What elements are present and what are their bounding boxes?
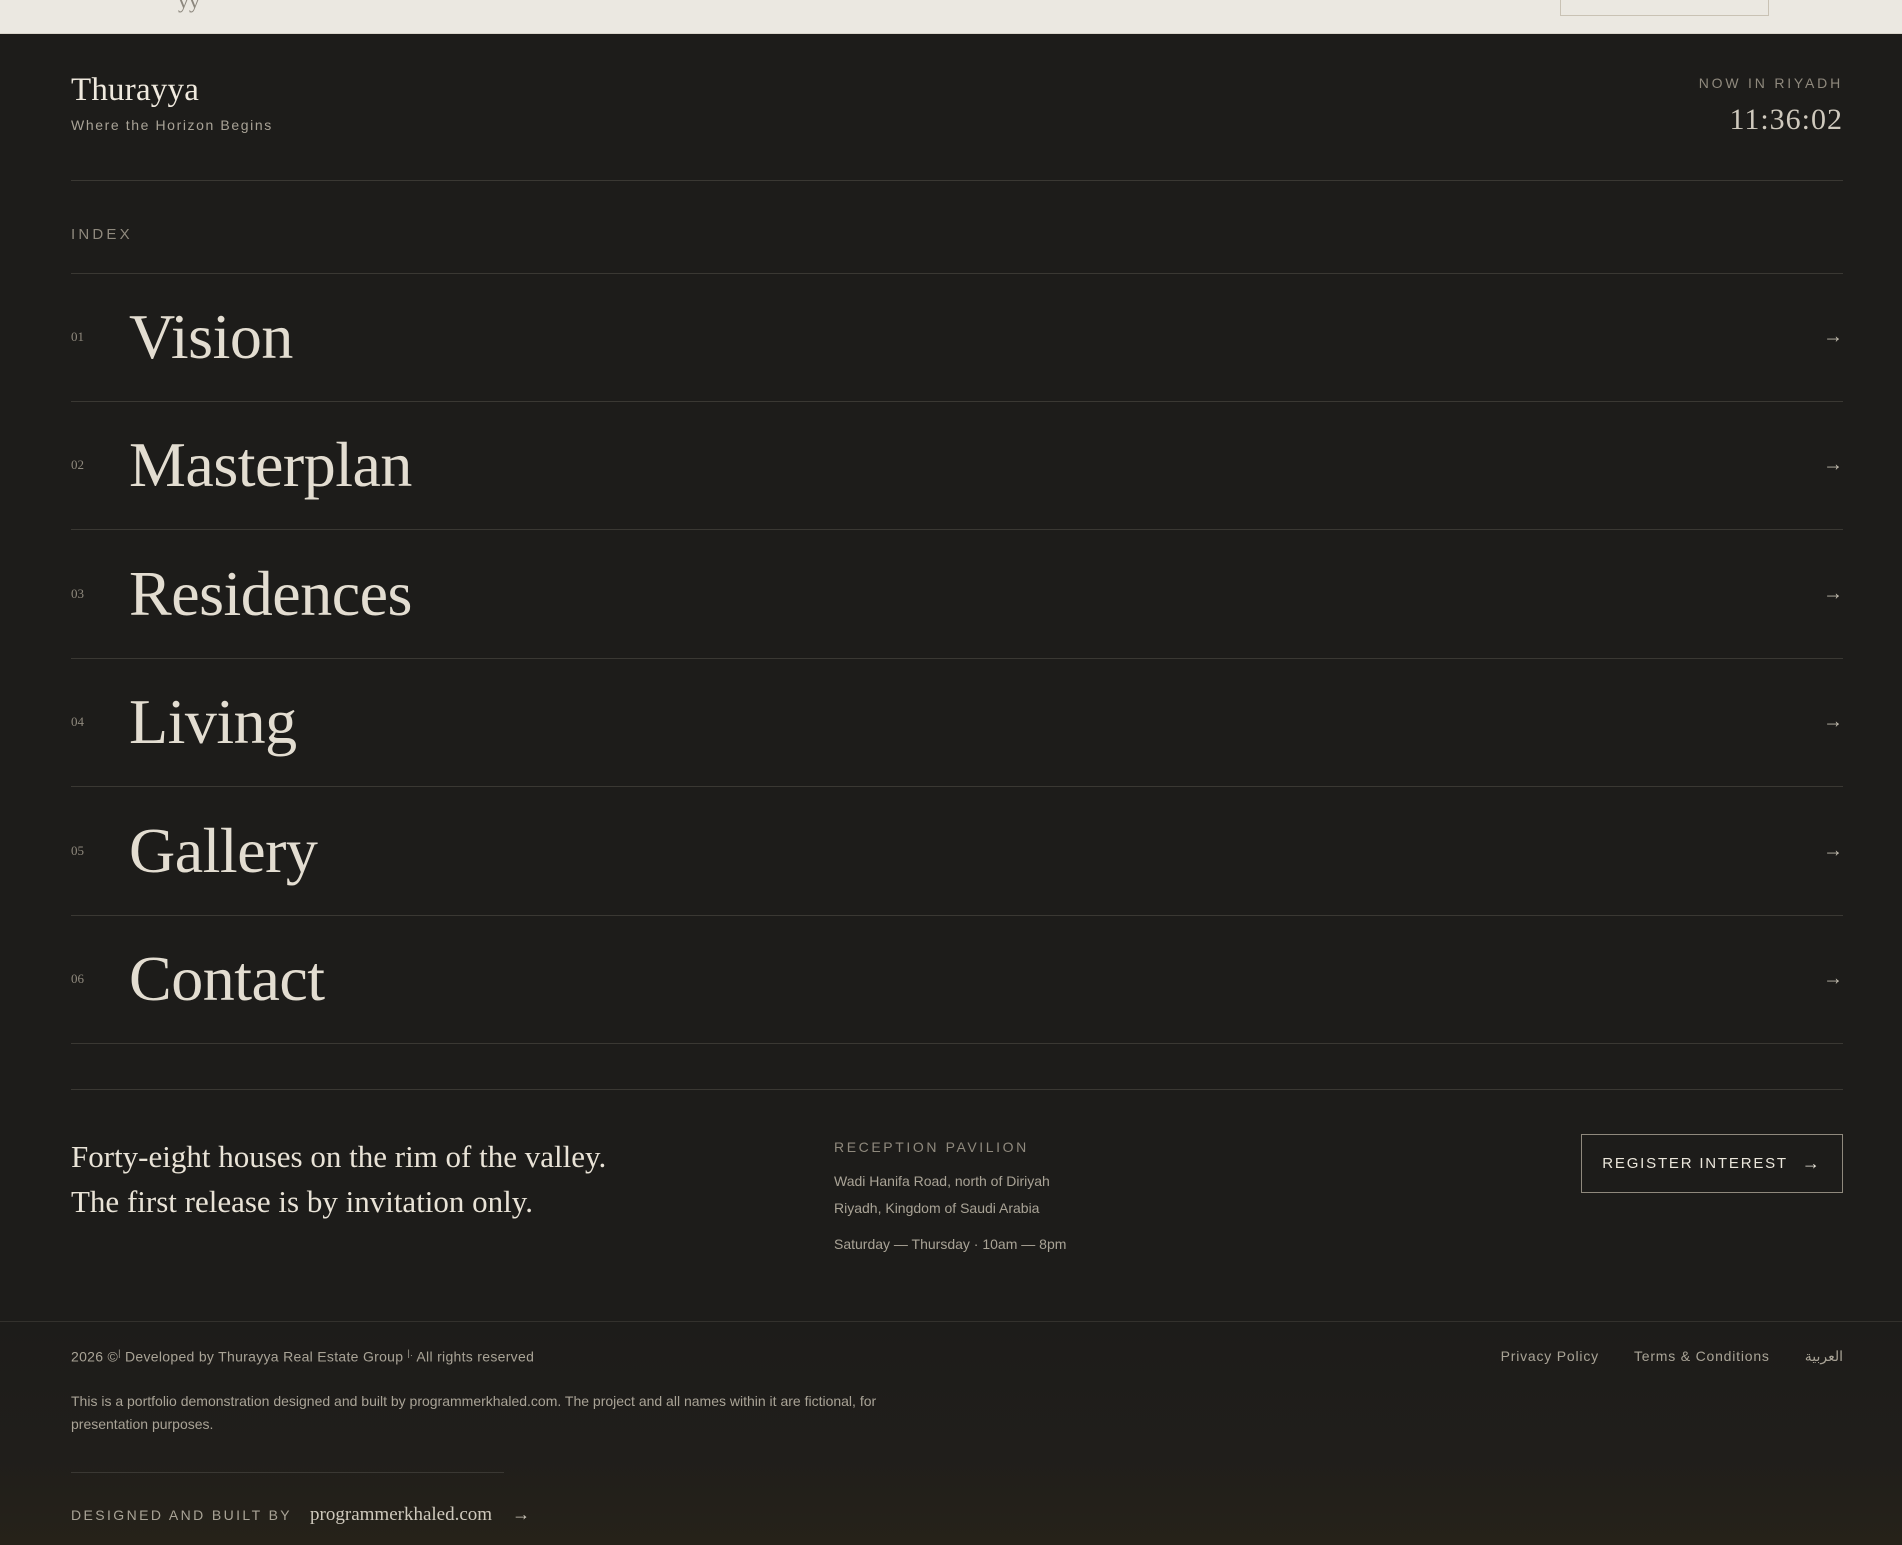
pavilion-title: RECEPTION PAVILION — [834, 1139, 1029, 1155]
menu-item-gallery[interactable]: 05 Gallery → — [71, 787, 1843, 916]
pitch-line: Forty-eight houses on the rim of the val… — [71, 1139, 607, 1174]
menu-number: 01 — [71, 329, 84, 345]
index-label: INDEX — [71, 226, 133, 243]
menu-item-vision[interactable]: 01 Vision → — [71, 273, 1843, 402]
brand-name[interactable]: Thurayya — [71, 72, 1843, 109]
menu-label[interactable]: Living — [129, 685, 297, 759]
register-label: REGISTER INTEREST — [1602, 1155, 1788, 1172]
footer: 2026 ©| Developed by Thurayya Real Estat… — [0, 1322, 1902, 1545]
menu-item-residences[interactable]: 03 Residences → — [71, 530, 1843, 659]
pitch-line: The first release is by invitation only. — [71, 1184, 534, 1219]
riyadh-clock: NOW IN RIYADH 11:36:02 — [1699, 75, 1843, 137]
legal-links: Privacy Policy Terms & Conditions العربي… — [1501, 1348, 1843, 1365]
credit-label: DESIGNED AND BUILT BY — [71, 1507, 293, 1523]
partial-button[interactable] — [1560, 0, 1769, 16]
clock-label: NOW IN RIYADH — [1698, 75, 1843, 91]
brand-tagline: Where the Horizon Begins — [71, 117, 273, 133]
arrow-right-icon[interactable]: → — [1823, 968, 1843, 991]
arrow-right-icon[interactable]: → — [1823, 454, 1843, 477]
menu-number: 05 — [71, 842, 84, 858]
menu-item-masterplan[interactable]: 02 Masterplan → — [71, 402, 1843, 530]
pavilion-hours: Saturday — Thursday · 10am — 8pm — [834, 1236, 1067, 1252]
section-divider — [71, 1089, 1843, 1090]
menu-number: 06 — [71, 971, 84, 987]
menu-item-contact[interactable]: 06 Contact → — [71, 916, 1843, 1044]
partial-heading: yy — [178, 0, 200, 13]
menu-label[interactable]: Contact — [129, 942, 325, 1016]
designer-credit: DESIGNED AND BUILT BY programmerkhaled.c… — [71, 1504, 530, 1526]
terms-link[interactable]: Terms & Conditions — [1634, 1348, 1770, 1365]
pavilion-address-line: Riyadh, Kingdom of Saudi Arabia — [834, 1200, 1040, 1216]
register-interest-button[interactable]: REGISTER INTEREST → — [1581, 1134, 1843, 1193]
top-page-strip: yy — [0, 0, 1902, 34]
menu-number: 02 — [71, 457, 84, 473]
pavilion-address-line: Wadi Hanifa Road, north of Diriyah — [834, 1173, 1050, 1189]
header-divider — [71, 180, 1843, 181]
arrow-right-icon[interactable]: → — [1823, 326, 1843, 349]
menu-label[interactable]: Gallery — [129, 814, 318, 888]
menu-number: 04 — [71, 714, 84, 730]
arrow-right-icon[interactable]: → — [1823, 711, 1843, 734]
reception-pavilion: RECEPTION PAVILION Wadi Hanifa Road, nor… — [834, 1139, 1066, 1253]
portfolio-disclaimer: This is a portfolio demonstration design… — [71, 1393, 877, 1432]
arrow-right-icon[interactable]: → — [512, 1504, 530, 1525]
designer-link[interactable]: programmerkhaled.com — [310, 1504, 492, 1526]
copyright-year: 2026 © — [71, 1348, 119, 1365]
invitation-pitch: Forty-eight houses on the rim of the val… — [71, 1134, 606, 1224]
menu-label[interactable]: Masterplan — [129, 428, 412, 502]
arrow-right-icon[interactable]: → — [1823, 582, 1843, 605]
language-switch-link[interactable]: العربية — [1805, 1348, 1843, 1365]
arrow-right-icon: → — [1801, 1153, 1822, 1173]
clock-time: 11:36:02 — [1729, 103, 1843, 136]
arrow-right-icon[interactable]: → — [1823, 839, 1843, 862]
menu-label[interactable]: Vision — [129, 300, 293, 374]
privacy-policy-link[interactable]: Privacy Policy — [1501, 1348, 1599, 1365]
menu-item-living[interactable]: 04 Living → — [71, 659, 1843, 787]
index-menu: 01 Vision → 02 Masterplan → 03 Residence… — [71, 273, 1843, 1044]
copyright: 2026 ©| Developed by Thurayya Real Estat… — [71, 1348, 534, 1365]
copyright-rights: All rights reserved — [413, 1348, 535, 1365]
credit-divider — [71, 1472, 504, 1473]
menu-label[interactable]: Residences — [129, 557, 412, 631]
menu-number: 03 — [71, 585, 84, 601]
brand: Thurayya Where the Horizon Begins — [71, 72, 1843, 133]
copyright-developer: Developed by Thurayya Real Estate Group — [120, 1348, 408, 1365]
